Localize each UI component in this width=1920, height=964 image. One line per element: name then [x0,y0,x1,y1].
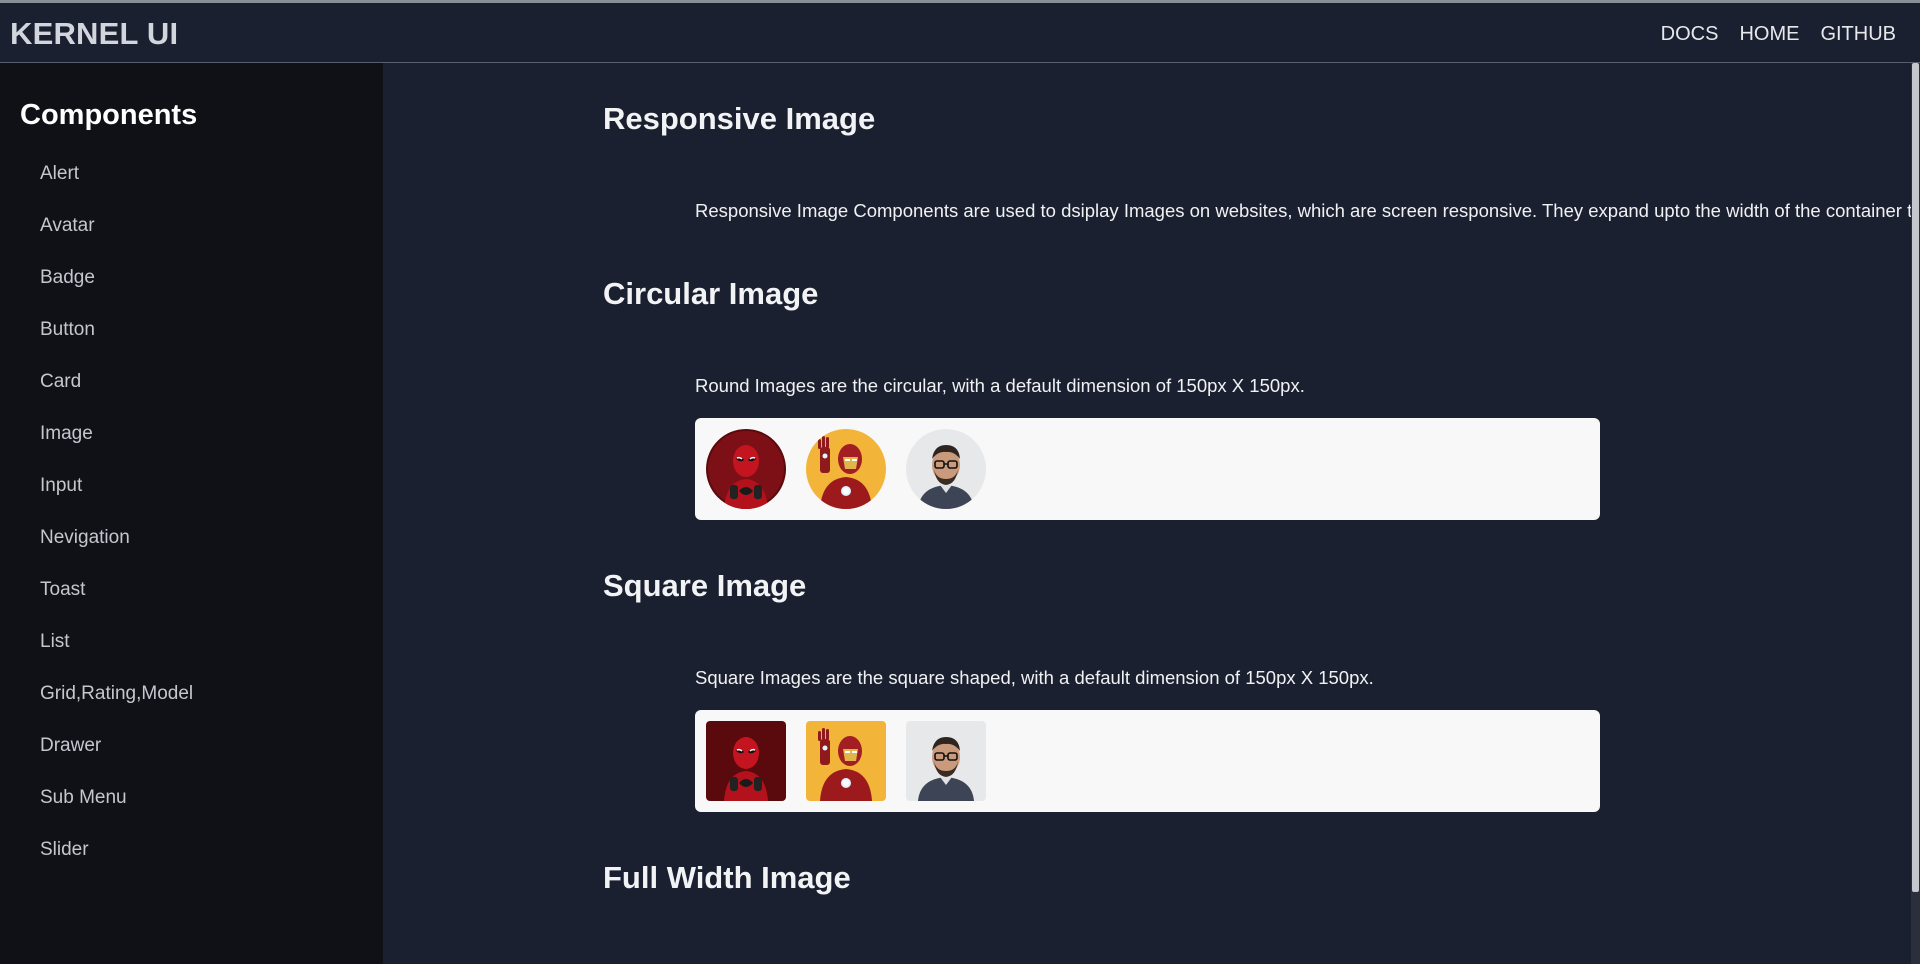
nav-link-docs[interactable]: DOCS [1661,23,1719,46]
circular-man-with-glasses-image [906,429,986,509]
top-nav: DOCS HOME GITHUB [1661,23,1896,46]
square-image-container [695,710,1600,812]
sidebar-item-image[interactable]: Image [40,423,193,475]
sidebar-item-drawer[interactable]: Drawer [40,735,193,787]
sidebar-item-toast[interactable]: Toast [40,579,193,631]
sidebar-item-input[interactable]: Input [40,475,193,527]
sidebar-item-card[interactable]: Card [40,371,193,423]
square-deadpool-image [706,721,786,801]
section-title-full-width: Full Width Image [603,860,851,895]
sidebar-item-sub-menu[interactable]: Sub Menu [40,787,193,839]
sidebar: Components Alert Avatar Badge Button Car… [0,63,383,964]
section-title-responsive: Responsive Image [603,101,876,136]
square-iron-man-image [806,721,886,801]
sidebar-item-slider[interactable]: Slider [40,839,193,891]
sidebar-item-list[interactable]: List [40,631,193,683]
page-scrollbar[interactable] [1911,63,1920,964]
sidebar-item-avatar[interactable]: Avatar [40,215,193,267]
section-desc-circular: Round Images are the circular, with a de… [695,375,1305,396]
section-title-circular: Circular Image [603,276,819,311]
square-man-with-glasses-image [906,721,986,801]
section-title-square: Square Image [603,568,807,603]
sidebar-title: Components [20,99,198,131]
top-navbar: KERNEL UI DOCS HOME GITHUB [0,0,1920,63]
section-desc-responsive: Responsive Image Components are used to … [695,200,1911,221]
sidebar-item-grid-rating-model[interactable]: Grid,Rating,Model [40,683,193,735]
sidebar-item-badge[interactable]: Badge [40,267,193,319]
sidebar-item-alert[interactable]: Alert [40,163,193,215]
circular-iron-man-image [806,429,886,509]
brand-logo[interactable]: KERNEL UI [10,16,178,52]
section-desc-square: Square Images are the square shaped, wit… [695,667,1374,688]
sidebar-list: Alert Avatar Badge Button Card Image Inp… [40,163,193,891]
sidebar-item-nevigation[interactable]: Nevigation [40,527,193,579]
nav-link-home[interactable]: HOME [1739,23,1799,46]
circular-image-container [695,418,1600,520]
scrollbar-thumb[interactable] [1912,63,1919,892]
sidebar-item-button[interactable]: Button [40,319,193,371]
nav-link-github[interactable]: GITHUB [1820,23,1896,46]
circular-deadpool-image [706,429,786,509]
main-content: Responsive Image Responsive Image Compon… [383,63,1911,964]
